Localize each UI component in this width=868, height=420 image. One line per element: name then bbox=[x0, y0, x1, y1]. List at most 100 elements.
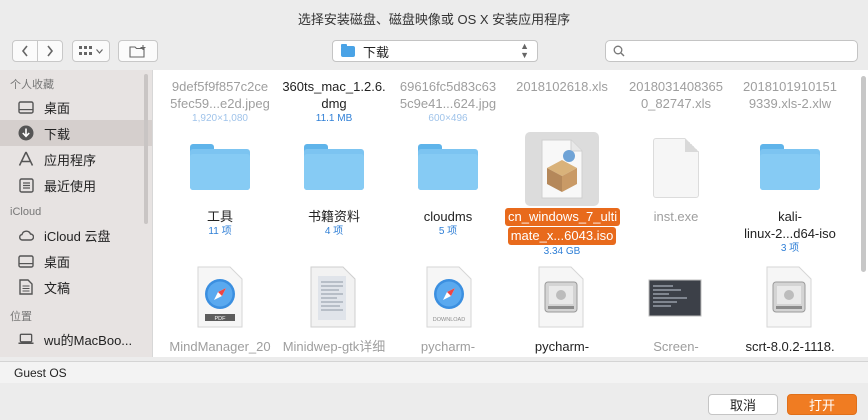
file-item[interactable]: pycharm- bbox=[505, 338, 619, 355]
file-item[interactable]: 2018102618.xls bbox=[505, 78, 619, 95]
folder-icon bbox=[304, 144, 364, 190]
cloud-icon bbox=[18, 227, 34, 243]
sidebar: 个人收藏 桌面 下载 应用程序 最近使用 iCloud iCloud 云盘 桌面… bbox=[0, 70, 152, 357]
screenshot-file-icon bbox=[648, 279, 702, 317]
location-select[interactable]: 下载 ▲ ▼ bbox=[332, 40, 538, 62]
disk-image-installer-icon bbox=[541, 139, 583, 199]
downloads-folder-icon bbox=[341, 43, 355, 57]
file-name-line2: 5c9e41...624.jpg bbox=[399, 96, 497, 111]
sidebar-item-desktop[interactable]: 桌面 bbox=[0, 94, 152, 120]
file-name: pycharm- bbox=[534, 339, 590, 354]
file-name: inst.exe bbox=[653, 209, 699, 224]
desktop-icon bbox=[18, 99, 34, 115]
file-name-line2: linux-2...d64-iso bbox=[744, 226, 836, 241]
disk-image-icon bbox=[766, 266, 812, 328]
file-name: 2018101910151 bbox=[743, 79, 837, 94]
sidebar-section-locations: 位置 bbox=[10, 311, 32, 323]
status-text: Guest OS bbox=[14, 365, 67, 380]
file-name: cloudms bbox=[423, 209, 473, 224]
search-field[interactable] bbox=[605, 40, 858, 62]
file-item[interactable]: 2018031408365 0_82747.xls bbox=[619, 78, 733, 112]
sidebar-item-label: iCloud 云盘 bbox=[44, 228, 111, 244]
safari-download-icon: DOWNLOAD bbox=[426, 266, 472, 328]
cancel-button[interactable]: 取消 bbox=[708, 394, 778, 415]
item-count: 3 项 bbox=[780, 243, 800, 254]
open-button[interactable]: 打开 bbox=[787, 394, 857, 415]
chevron-left-icon bbox=[21, 45, 28, 57]
file-name: scrt-8.0.2-1118. bbox=[745, 339, 835, 354]
file-item-selected[interactable]: cn_windows_7_ulti mate_x...6043.iso 3.34… bbox=[505, 208, 621, 259]
file-name-line2: mate_x...6043.iso bbox=[507, 227, 617, 245]
document-preview-icon bbox=[310, 266, 356, 328]
recents-icon bbox=[18, 177, 34, 193]
sidebar-item-macbook[interactable]: wu的MacBoo... bbox=[0, 326, 152, 352]
file-info: 1,920×1,080 bbox=[192, 113, 248, 124]
folder-item-kali[interactable]: kali- linux-2...d64-iso 3 项 bbox=[733, 208, 847, 256]
file-size: 3.34 GB bbox=[543, 246, 581, 257]
file-name: 工具 bbox=[206, 209, 233, 224]
sidebar-item-recents[interactable]: 最近使用 bbox=[0, 172, 152, 198]
folder-icon bbox=[418, 144, 478, 190]
sidebar-item-label: wu的MacBoo... bbox=[44, 332, 133, 348]
file-name-line2: 5fec59...e2d.jpeg bbox=[170, 96, 270, 111]
item-count: 11 项 bbox=[208, 226, 232, 237]
file-info: 11.1 MB bbox=[315, 113, 353, 124]
safari-pdf-icon: PDF bbox=[197, 266, 243, 328]
folder-item-books[interactable]: 书籍资料 4 项 bbox=[277, 208, 391, 239]
file-item[interactable]: MindManager_20 bbox=[163, 338, 277, 355]
file-name-line2: 0_82747.xls bbox=[640, 96, 712, 111]
file-name: MindManager_20 bbox=[169, 339, 271, 354]
sidebar-scrollbar[interactable] bbox=[144, 74, 148, 224]
content-scrollbar[interactable] bbox=[861, 76, 866, 272]
file-item[interactable]: scrt-8.0.2-1118. bbox=[733, 338, 847, 355]
file-name: kali- bbox=[778, 209, 802, 224]
file-item[interactable]: inst.exe bbox=[619, 208, 733, 225]
sidebar-item-downloads[interactable]: 下载 bbox=[0, 120, 152, 146]
view-options-button[interactable] bbox=[72, 40, 110, 62]
toolbar: 下载 ▲ ▼ bbox=[0, 36, 868, 66]
forward-button[interactable] bbox=[37, 40, 63, 62]
chevron-right-icon bbox=[47, 45, 54, 57]
svg-text:DOWNLOAD: DOWNLOAD bbox=[433, 317, 465, 323]
file-info: 600×496 bbox=[428, 113, 468, 124]
up-down-chevron-icon: ▲ ▼ bbox=[520, 41, 529, 60]
file-name: 2018102618.xls bbox=[516, 79, 608, 94]
chevron-down-icon bbox=[96, 48, 103, 54]
item-count: 5 项 bbox=[438, 226, 458, 237]
new-folder-button[interactable] bbox=[118, 40, 158, 62]
folder-item-tools[interactable]: 工具 11 项 bbox=[163, 208, 277, 239]
location-label: 下载 bbox=[363, 44, 390, 60]
desktop-icon bbox=[18, 253, 34, 269]
sidebar-item-icloud-drive[interactable]: iCloud 云盘 bbox=[0, 222, 152, 248]
sidebar-item-documents[interactable]: 文稿 bbox=[0, 274, 152, 300]
folder-item-cloudms[interactable]: cloudms 5 项 bbox=[391, 208, 505, 239]
file-name: 69616fc5d83c63 bbox=[399, 79, 497, 94]
file-item[interactable]: Minidwep-gtk详细 bbox=[277, 338, 391, 355]
file-item[interactable]: Screen- bbox=[619, 338, 733, 355]
file-item[interactable]: 69616fc5d83c63 5c9e41...624.jpg 600×496 bbox=[391, 78, 505, 126]
search-input[interactable] bbox=[629, 44, 849, 58]
sidebar-item-label: 文稿 bbox=[44, 280, 71, 296]
file-name: 书籍资料 bbox=[307, 209, 360, 224]
file-item[interactable]: pycharm- bbox=[391, 338, 505, 355]
sidebar-item-label: 下载 bbox=[44, 126, 71, 142]
applications-icon bbox=[18, 151, 34, 167]
search-icon bbox=[613, 45, 625, 57]
file-item[interactable]: 360ts_mac_1.2.6. dmg 11.1 MB bbox=[277, 78, 391, 126]
sidebar-item-icloud-desktop[interactable]: 桌面 bbox=[0, 248, 152, 274]
back-button[interactable] bbox=[12, 40, 38, 62]
file-item[interactable]: 2018101910151 9339.xls-2.xlw bbox=[733, 78, 847, 112]
new-folder-icon bbox=[129, 44, 146, 58]
file-name: cn_windows_7_ulti bbox=[505, 208, 621, 226]
window-title: 选择安装磁盘、磁盘映像或 OS X 安装应用程序 bbox=[0, 0, 868, 36]
file-name: Screen- bbox=[653, 339, 699, 354]
svg-text:PDF: PDF bbox=[215, 316, 227, 322]
downloads-icon bbox=[18, 125, 34, 141]
sidebar-item-applications[interactable]: 应用程序 bbox=[0, 146, 152, 172]
file-item[interactable]: 9def5f9f857c2ce 5fec59...e2d.jpeg 1,920×… bbox=[163, 78, 277, 126]
disk-image-icon bbox=[538, 266, 584, 328]
file-name: Minidwep-gtk详细 bbox=[282, 339, 386, 354]
status-bar: Guest OS bbox=[0, 361, 868, 383]
sidebar-section-favorites: 个人收藏 bbox=[10, 79, 54, 91]
file-name: pycharm- bbox=[420, 339, 476, 354]
